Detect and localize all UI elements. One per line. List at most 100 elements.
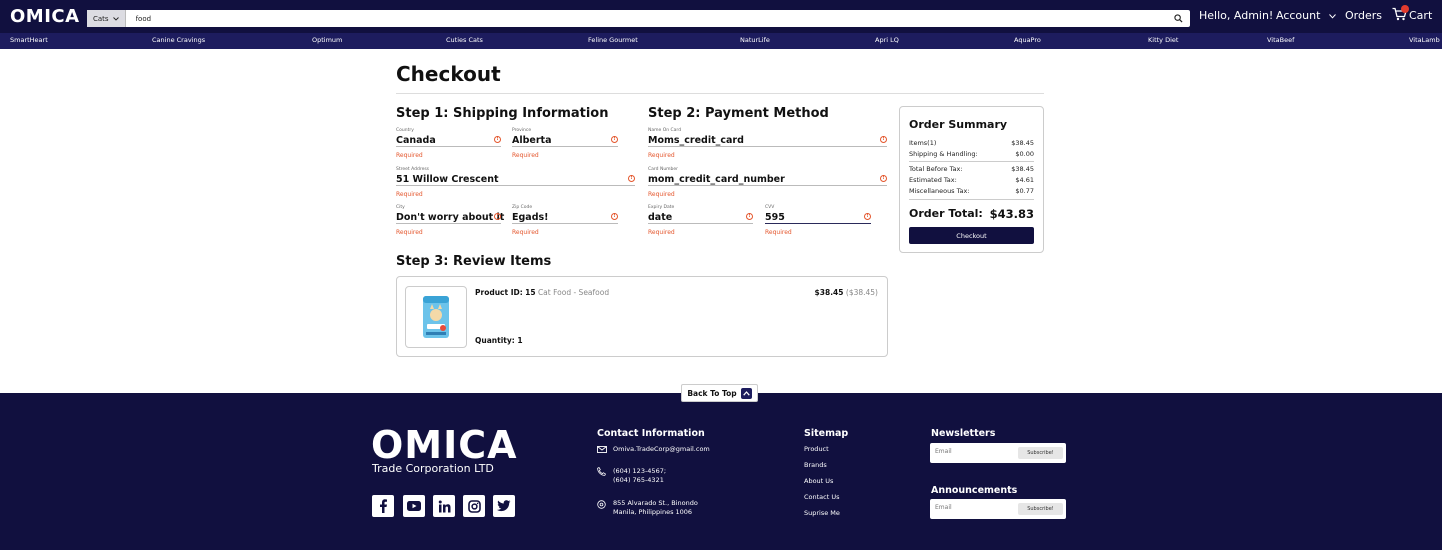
- sitemap-link-about[interactable]: About Us: [804, 477, 833, 486]
- field-value: 51 Willow Crescent: [396, 174, 499, 185]
- field-value: Egads!: [512, 212, 549, 223]
- site-logo[interactable]: OMICA: [10, 6, 80, 27]
- required-message: Required: [765, 229, 792, 236]
- brand-link[interactable]: VitaLamb: [1409, 36, 1440, 44]
- sitemap-link-brands[interactable]: Brands: [804, 461, 827, 470]
- city-field[interactable]: City Don't worry about it! Required: [396, 205, 505, 236]
- province-field[interactable]: Province Alberta! Required: [512, 128, 618, 159]
- order-total-label: Order Total:: [909, 207, 983, 220]
- error-icon: !: [864, 213, 871, 220]
- twitter-icon[interactable]: [493, 495, 515, 517]
- checkout-button[interactable]: Checkout: [909, 227, 1034, 244]
- brand-link[interactable]: Canine Cravings: [152, 36, 205, 44]
- contact-address-1: 855 Alvarado St., Binondo: [613, 499, 698, 507]
- order-total-value: $43.83: [989, 207, 1034, 221]
- brand-link[interactable]: Feline Gourmet: [588, 36, 638, 44]
- category-select[interactable]: Cats: [87, 10, 126, 27]
- street-address-field[interactable]: Street Address 51 Willow Crescent! Requi…: [396, 167, 635, 198]
- newsletter-email-input[interactable]: [935, 448, 1015, 455]
- error-icon: !: [880, 175, 887, 182]
- cart-link[interactable]: Cart: [1409, 9, 1432, 22]
- required-message: Required: [648, 152, 675, 159]
- brand-link[interactable]: VitaBeef: [1267, 36, 1294, 44]
- sitemap-link-contact[interactable]: Contact Us: [804, 493, 840, 502]
- summary-value: $0.77: [1015, 187, 1034, 195]
- sitemap-link-surprise[interactable]: Suprise Me: [804, 509, 840, 518]
- back-to-top-button[interactable]: Back To Top: [681, 384, 758, 402]
- contact-phone-2: (604) 765-4321: [613, 476, 664, 484]
- divider: [396, 93, 1044, 94]
- instagram-icon[interactable]: [463, 495, 485, 517]
- cart-count-badge: [1401, 5, 1409, 13]
- field-value: Moms_credit_card: [648, 135, 744, 146]
- brand-link[interactable]: Apri LQ: [875, 36, 899, 44]
- contact-address-2: Manila, Philippines 1006: [613, 508, 693, 516]
- required-message: Required: [396, 229, 423, 236]
- search-icon[interactable]: [1170, 10, 1186, 27]
- order-summary-card: Order Summary Items(1) $38.45 Shipping & …: [899, 106, 1044, 253]
- product-price-value: $38.45: [814, 288, 844, 297]
- step2-heading: Step 2: Payment Method: [648, 106, 829, 121]
- brand-link[interactable]: Cuties Cats: [446, 36, 483, 44]
- required-message: Required: [648, 229, 675, 236]
- linkedin-icon[interactable]: [433, 495, 455, 517]
- facebook-icon[interactable]: [372, 495, 394, 517]
- location-icon: [597, 500, 606, 509]
- newsletter-form: Subscribe!: [930, 443, 1066, 463]
- summary-value: $38.45: [1011, 139, 1034, 147]
- quantity-value: 1: [517, 336, 523, 345]
- announcements-form: Subscribe!: [930, 499, 1066, 519]
- zip-code-field[interactable]: Zip Code Egads!! Required: [512, 205, 618, 236]
- brand-link[interactable]: Optimum: [312, 36, 342, 44]
- name-on-card-field[interactable]: Name On Card Moms_credit_card! Required: [648, 128, 887, 159]
- summary-label: Miscellaneous Tax:: [909, 187, 970, 195]
- sitemap-link-product[interactable]: Product: [804, 445, 829, 454]
- error-icon: !: [628, 175, 635, 182]
- announcements-subscribe-button[interactable]: Subscribe!: [1018, 503, 1063, 515]
- card-number-field[interactable]: Card Number mom_credit_card_number! Requ…: [648, 167, 887, 198]
- product-price-original: ($38.45): [845, 288, 878, 297]
- summary-row-shipping: Shipping & Handling: $0.00: [909, 150, 1034, 158]
- contact-heading: Contact Information: [597, 428, 705, 439]
- error-icon: !: [494, 213, 501, 220]
- chevron-up-icon: [740, 387, 752, 399]
- phone-icon: [597, 467, 606, 476]
- brand-link[interactable]: NaturLife: [740, 36, 770, 44]
- mail-icon: [597, 446, 607, 453]
- expiry-date-field[interactable]: Expiry Date date! Required: [648, 205, 753, 236]
- field-value: mom_credit_card_number: [648, 174, 785, 185]
- review-item-card: Product ID: 15 Cat Food - Seafood $38.45…: [396, 276, 888, 357]
- account-menu[interactable]: Account: [1276, 9, 1336, 22]
- youtube-icon[interactable]: [403, 495, 425, 517]
- step3-heading: Step 3: Review Items: [396, 254, 552, 269]
- greeting-text: Hello, Admin!: [1199, 9, 1274, 22]
- error-icon: !: [611, 136, 618, 143]
- announcements-email-input[interactable]: [935, 504, 1015, 511]
- newsletter-subscribe-button[interactable]: Subscribe!: [1018, 447, 1063, 459]
- country-field[interactable]: Country Canada! Required: [396, 128, 501, 159]
- order-total: Order Total: $43.83: [909, 207, 1034, 221]
- product-description: Cat Food - Seafood: [537, 288, 610, 297]
- required-message: Required: [396, 191, 423, 198]
- brand-link[interactable]: Kitty Diet: [1148, 36, 1178, 44]
- contact-email[interactable]: Omiva.TradeCorp@gmail.com: [613, 445, 710, 454]
- sitemap-heading: Sitemap: [804, 428, 849, 439]
- search-input[interactable]: [125, 11, 1170, 26]
- top-nav-bar: OMICA Cats Hello, Admin! Account Orders …: [0, 0, 1442, 33]
- account-menu-label: Account: [1276, 9, 1321, 22]
- field-value: date: [648, 212, 673, 223]
- chevron-down-icon: [112, 16, 119, 21]
- field-value: Don't worry about it: [396, 212, 505, 223]
- summary-value: $4.61: [1015, 176, 1034, 184]
- error-icon: !: [880, 136, 887, 143]
- product-quantity: Quantity: 1: [475, 336, 523, 345]
- step1-heading: Step 1: Shipping Information: [396, 106, 609, 121]
- back-to-top-label: Back To Top: [687, 388, 737, 398]
- product-image[interactable]: [405, 286, 467, 348]
- cvv-field[interactable]: CVV 595! Required: [765, 205, 871, 236]
- required-message: Required: [512, 229, 539, 236]
- brand-link[interactable]: SmartHeart: [10, 36, 48, 44]
- brand-link[interactable]: AquaPro: [1014, 36, 1041, 44]
- orders-link[interactable]: Orders: [1345, 9, 1382, 22]
- product-price: $38.45 ($38.45): [815, 288, 878, 297]
